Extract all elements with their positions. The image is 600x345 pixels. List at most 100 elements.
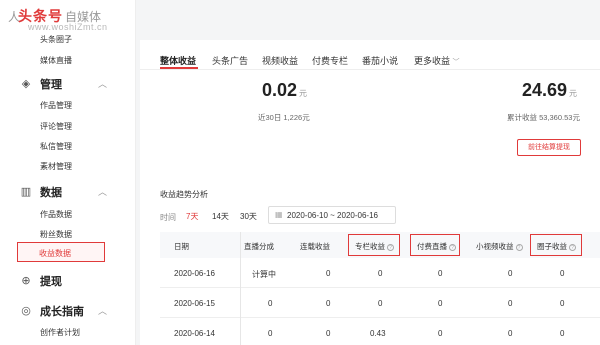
main-panel: 整体收益 头条广告 视频收益 付费专栏 番茄小说 更多收益 ﹀ 0.02 元 近3… [140,40,600,345]
total-income-note: 累计收益 53,360.53元 [507,113,580,122]
chevron-down-icon: ﹀ [452,59,460,66]
sidebar-item-income-data[interactable]: 收益数据 [17,242,105,262]
tab-label: 更多收益 [414,56,451,66]
help-icon[interactable]: ? [387,244,394,251]
cell-serial: 0 [326,329,331,338]
sidebar-item-comments[interactable]: 评论管理 [40,121,72,132]
cell-circle: 0 [560,329,565,338]
time-label: 时间 [160,213,176,222]
cell-date: 2020-06-15 [174,299,215,308]
help-icon[interactable]: ? [449,244,456,251]
time-filter: 时间 7天 14天 30天 ▦ 2020-06-10 ~ 2020-06-16 [160,206,460,224]
date-range-text: 2020-06-10 ~ 2020-06-16 [287,211,378,220]
column-header-serial: 连载收益 [300,242,330,251]
cell-serial: 0 [326,269,331,278]
yesterday-income: 0.02 元 [262,80,307,101]
coin-icon: ⊕ [21,275,31,287]
currency-unit: 元 [299,89,308,98]
sidebar-group-data[interactable]: ▥ 数据 ︿ [20,184,130,200]
cell-paid-live: 0 [438,269,443,278]
cell-circle: 0 [560,269,565,278]
column-header-label: 圈子收益? [537,241,576,252]
layers-icon: ◈ [21,78,31,90]
range-7-days[interactable]: 7天 [186,211,198,222]
income-table: 日期 直播分成 连载收益 专栏收益? 付费直播? 小视频收益? 圈子收益? 20… [160,232,600,345]
column-header-paid-live: 付费直播? [410,234,460,256]
calendar-icon: ▦ [275,210,283,219]
column-header-circle: 圈子收益? [530,234,582,256]
active-tab-indicator [160,67,198,69]
header-text: 专栏收益 [355,242,385,251]
chevron-up-icon: ︿ [98,79,108,89]
sidebar-group-label: 成长指南 [40,306,84,318]
table-row: 2020-06-15 0 0 0 0 0 0 [160,288,600,318]
sidebar-item-materials[interactable]: 素材管理 [40,161,72,172]
cell-paid-live: 0 [438,299,443,308]
cell-serial: 0 [326,299,331,308]
section-title: 收益趋势分析 [160,190,208,199]
sidebar-item-works[interactable]: 作品管理 [40,100,72,111]
column-header-live-share: 直播分成 [244,242,274,251]
tab-tomato-novel[interactable]: 番茄小说 [362,54,398,67]
header-text: 付费直播 [417,242,447,251]
withdrawable-balance-value: 24.69 [522,80,568,100]
watermark: www.woshiZmt.cn [28,22,108,32]
table-header: 日期 直播分成 连载收益 专栏收益? 付费直播? 小视频收益? 圈子收益? [160,232,600,258]
sidebar-item-messages[interactable]: 私信管理 [40,141,72,152]
income-tabs: 整体收益 头条广告 视频收益 付费专栏 番茄小说 更多收益 ﹀ [140,40,600,70]
column-header-label: 专栏收益? [355,241,394,252]
sidebar-group-label: 提现 [40,276,62,288]
chevron-up-icon: ︿ [98,306,108,316]
table-row: 2020-06-16 计算中 0 0 0 0 0 [160,258,600,288]
help-icon[interactable]: ? [569,244,576,251]
cell-live-share: 0 [268,299,273,308]
column-header-column: 专栏收益? [348,234,400,256]
range-30-days[interactable]: 30天 [240,211,257,222]
cell-date: 2020-06-16 [174,269,215,278]
sidebar-item-fans-data[interactable]: 粉丝数据 [40,229,72,240]
table-row: 2020-06-14 0 0 0.43 0 0 0 [160,318,600,345]
header-text: 圈子收益 [537,242,567,251]
sidebar-group-label: 管理 [40,79,62,91]
date-range-picker[interactable]: ▦ 2020-06-10 ~ 2020-06-16 [268,206,396,224]
range-14-days[interactable]: 14天 [212,211,229,222]
cell-short-video: 0 [508,299,513,308]
sidebar-group-withdraw[interactable]: ⊕ 提现 [20,273,130,289]
yesterday-income-value: 0.02 [262,80,298,100]
cell-column: 0 [378,269,383,278]
chevron-up-icon: ︿ [98,187,108,197]
sidebar-item-works-data[interactable]: 作品数据 [40,209,72,220]
sidebar-item-creator-plan[interactable]: 创作者计划 [40,327,80,338]
sidebar-group-growth[interactable]: ◎ 成长指南 ︿ [20,303,130,319]
cell-short-video: 0 [508,329,513,338]
cell-paid-live: 0 [438,329,443,338]
column-header-date: 日期 [174,242,189,251]
sidebar-group-manage[interactable]: ◈ 管理 ︿ [20,76,130,92]
sidebar: 人头条号 自媒体 www.woshiZmt.cn 头条圈子 媒体直播 ◈ 管理 ︿… [0,0,136,345]
currency-unit: 元 [569,89,578,98]
withdrawable-balance: 24.69 元 [522,80,577,101]
cell-live-share: 计算中 [252,270,276,279]
help-icon[interactable]: ? [515,244,523,251]
tab-more-income[interactable]: 更多收益 ﹀ [414,54,460,67]
cell-circle: 0 [560,299,565,308]
sticky-column-divider [240,232,241,345]
tab-video-income[interactable]: 视频收益 [262,54,298,67]
compass-icon: ◎ [21,305,31,317]
tab-paid-column[interactable]: 付费专栏 [312,54,348,67]
sidebar-item-circle[interactable]: 头条圈子 [40,34,72,45]
tab-toutiao-ads[interactable]: 头条广告 [212,54,248,67]
recent-30-days-note: 近30日 1,226元 [258,113,310,122]
header-text: 小视频收益 [476,242,514,251]
withdraw-button[interactable]: 前往结算提现 [517,139,581,156]
column-header-label: 付费直播? [417,241,456,252]
sidebar-item-media-live[interactable]: 媒体直播 [40,55,72,66]
brand-logo[interactable]: 人头条号 自媒体 [8,6,101,24]
cell-date: 2020-06-14 [174,329,215,338]
bar-chart-icon: ▥ [20,186,32,198]
cell-live-share: 0 [268,329,273,338]
cell-column: 0 [378,299,383,308]
sidebar-item-label: 收益数据 [39,249,71,258]
sidebar-group-label: 数据 [40,187,62,199]
tab-overall-income[interactable]: 整体收益 [160,54,196,67]
